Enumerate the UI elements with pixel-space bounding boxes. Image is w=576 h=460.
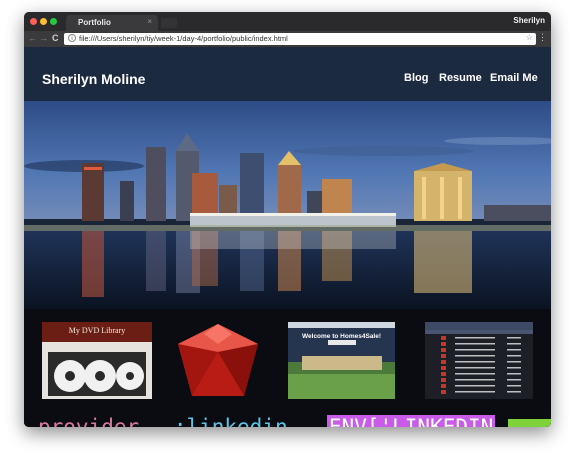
code-env-text: ENV['LINKEDIN [326,415,496,427]
back-arrow-icon[interactable]: ← [28,33,37,43]
dvd-library-title: My DVD Library [68,326,126,335]
ruby-gem-icon [178,324,258,396]
url-text[interactable]: file:///Users/sherilyn/tiy/week-1/day-4/… [79,34,288,43]
minimize-window-button[interactable] [40,18,47,25]
site-brand[interactable]: Sherilyn Moline [42,71,145,87]
new-tab-button[interactable] [161,18,177,28]
project-thumb-homes4sale[interactable]: Welcome to Homes4Sale! [288,322,395,399]
hero-skyline-image [24,101,551,309]
page-viewport: Sherilyn Moline Blog Resume Email Me My … [24,47,551,427]
nav-link-blog[interactable]: Blog [404,72,428,84]
bookmark-star-icon[interactable]: ☆ [526,33,533,42]
homes-nav-bar [288,322,395,328]
project-gallery: My DVD Library Welcome to Homes4Sale! pr… [24,309,551,427]
dashboard-table-image [425,322,533,394]
tab-close-icon[interactable]: × [147,17,152,26]
title-bar: Portfolio × Sherilyn [24,12,551,31]
reload-icon[interactable]: C [52,33,59,43]
close-window-button[interactable] [30,18,37,25]
dvd-library-banner: My DVD Library [42,322,152,342]
site-header: Sherilyn Moline Blog Resume Email Me [24,47,551,101]
project-thumb-ruby[interactable] [174,322,262,399]
profile-name[interactable]: Sherilyn [513,16,545,25]
tab-title: Portfolio [78,18,111,27]
nav-link-email[interactable]: Email Me [490,72,538,84]
film-reel-image [42,342,152,399]
maximize-window-button[interactable] [50,18,57,25]
project-thumb-dvd-library[interactable]: My DVD Library [42,322,152,399]
homes-title: Welcome to Homes4Sale! [302,333,381,340]
browser-toolbar: ← → C i file:///Users/sherilyn/tiy/week-… [24,31,551,47]
forward-arrow-icon[interactable]: → [39,33,48,43]
code-linkedin-text: :linkedin, [173,415,301,427]
browser-window: Portfolio × Sherilyn ← → C i file:///Use… [24,12,551,427]
code-highlight-block [507,419,551,427]
info-icon[interactable]: i [68,34,76,42]
code-provider-text: provider [38,415,140,427]
tab-portfolio[interactable]: Portfolio × [66,15,158,31]
address-bar[interactable]: i file:///Users/sherilyn/tiy/week-1/day-… [64,33,536,45]
browser-menu-icon[interactable]: ⋮ [538,32,547,43]
nav-link-resume[interactable]: Resume [439,72,482,84]
code-snippet-strip: provider :linkedin, ENV['LINKEDIN [38,415,551,427]
project-thumb-dashboard[interactable] [425,322,533,399]
